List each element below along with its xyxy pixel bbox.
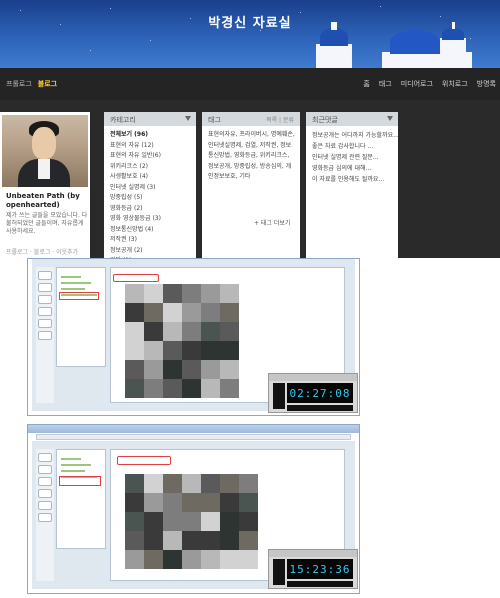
screen-capture-2: 15:23:36	[27, 424, 360, 594]
category-title: 카테고리	[110, 116, 136, 124]
category-item[interactable]: 망중립성 (5)	[110, 193, 161, 204]
category-item[interactable]: 정보공개 (2)	[110, 246, 161, 257]
clock-time: 15:23:36	[289, 563, 351, 576]
category-item[interactable]: 정보통신망법 (4)	[110, 225, 161, 236]
collapse-icon[interactable]	[185, 116, 191, 121]
digital-clock-widget: 15:23:36	[268, 549, 358, 589]
tag-title: 태그	[208, 116, 221, 124]
profile-photo[interactable]	[2, 115, 88, 187]
category-item[interactable]: 표현의 자유 일반(6)	[110, 151, 161, 162]
recent-replies-panel: 최근댓글 정보공개는 어디까지 가능할까요... 좋은 자료 감사합니다 ... 인…	[306, 112, 399, 258]
folder-tree-panel	[56, 267, 106, 367]
replies-title: 최근댓글	[312, 116, 338, 124]
pixelated-image	[125, 474, 258, 569]
blog-sidebar-area: Unbeaten Path (by openhearted) 제가 쓰는 글들을…	[0, 100, 500, 264]
capture-tool-sidebar	[36, 267, 54, 403]
tag-panel: 태그 목록 | 분류 표현의자유, 프라이버시, 명예훼손, 인터넷실명제, 검…	[202, 112, 300, 258]
nav-tag[interactable]: 태그	[379, 79, 392, 89]
collapse-icon[interactable]	[387, 116, 393, 121]
highlight-box	[59, 292, 99, 300]
folder-tree-panel	[56, 449, 106, 549]
nav-blog[interactable]: 블로그	[38, 79, 57, 89]
nav-medialog[interactable]: 미디어로그	[401, 79, 433, 89]
screen-capture-1: 02:27:08	[27, 258, 360, 416]
pixelated-image	[125, 284, 239, 398]
capture-tool-sidebar	[36, 449, 54, 581]
category-item[interactable]: 저작권 (3)	[110, 235, 161, 246]
nav-locationlog[interactable]: 위치로그	[442, 79, 468, 89]
blog-title[interactable]: 박경신 자료실	[0, 12, 500, 31]
tag-view-toggle[interactable]: 목록 | 분류	[266, 115, 294, 124]
highlight-box	[113, 274, 159, 282]
category-item[interactable]: 전체보기 (96)	[110, 130, 161, 141]
nav-prologue[interactable]: 프롤로그	[6, 79, 32, 89]
browser-titlebar	[28, 425, 359, 433]
nav-home[interactable]: 홈	[363, 79, 369, 89]
nav-guestbook[interactable]: 방명록	[477, 79, 496, 89]
highlight-box	[117, 456, 171, 465]
clock-time: 02:27:08	[289, 387, 351, 400]
category-item[interactable]: 영화 영상물등급 (3)	[110, 214, 161, 225]
profile-card: Unbeaten Path (by openhearted) 제가 쓰는 글들을…	[0, 112, 90, 258]
reply-item[interactable]: 인터넷 실명제 관련 질문...	[312, 152, 399, 163]
category-item[interactable]: 위키리크스 (2)	[110, 162, 161, 173]
category-item[interactable]: 영화등급 (2)	[110, 204, 161, 215]
reply-item[interactable]: 이 자료를 인용해도 될까요...	[312, 174, 399, 185]
blog-nav-bar: 프롤로그 블로그 홈 태그 미디어로그 위치로그 방명록	[0, 68, 500, 100]
highlight-box	[59, 476, 101, 486]
profile-name[interactable]: Unbeaten Path (by openhearted)	[6, 192, 88, 210]
profile-description: 제가 쓰는 글들을 모았습니다. 다 불허되었던 글들이며, 자유롭게 사용하세…	[6, 212, 88, 235]
digital-clock-widget: 02:27:08	[268, 373, 358, 413]
category-list: 전체보기 (96) 표현의 자유 (12) 표현의 자유 일반(6) 위키리크스 (2…	[110, 130, 161, 267]
category-item[interactable]: 인터넷 실명제 (3)	[110, 183, 161, 194]
category-item[interactable]: 사생활보호 (4)	[110, 172, 161, 183]
browser-address-bar	[36, 434, 351, 440]
blog-header-banner: 박경신 자료실	[0, 0, 500, 68]
tag-more-link[interactable]: + 태그 더보기	[254, 218, 290, 227]
category-item[interactable]: 표현의 자유 (12)	[110, 141, 161, 152]
tag-cloud[interactable]: 표현의자유, 프라이버시, 명예훼손, 인터넷실명제, 검열, 저작권, 정보통…	[208, 130, 296, 183]
reply-list: 정보공개는 어디까지 가능할까요... 좋은 자료 감사합니다 ... 인터넷 실명…	[312, 130, 399, 185]
reply-item[interactable]: 좋은 자료 감사합니다 ...	[312, 141, 399, 152]
reply-item[interactable]: 영화등급 심의에 대해...	[312, 163, 399, 174]
category-panel: 카테고리 전체보기 (96) 표현의 자유 (12) 표현의 자유 일반(6) 위키리…	[104, 112, 196, 264]
reply-item[interactable]: 정보공개는 어디까지 가능할까요...	[312, 130, 399, 141]
profile-links[interactable]: 프롤로그 · 블로그 · 이웃추가	[6, 247, 78, 256]
